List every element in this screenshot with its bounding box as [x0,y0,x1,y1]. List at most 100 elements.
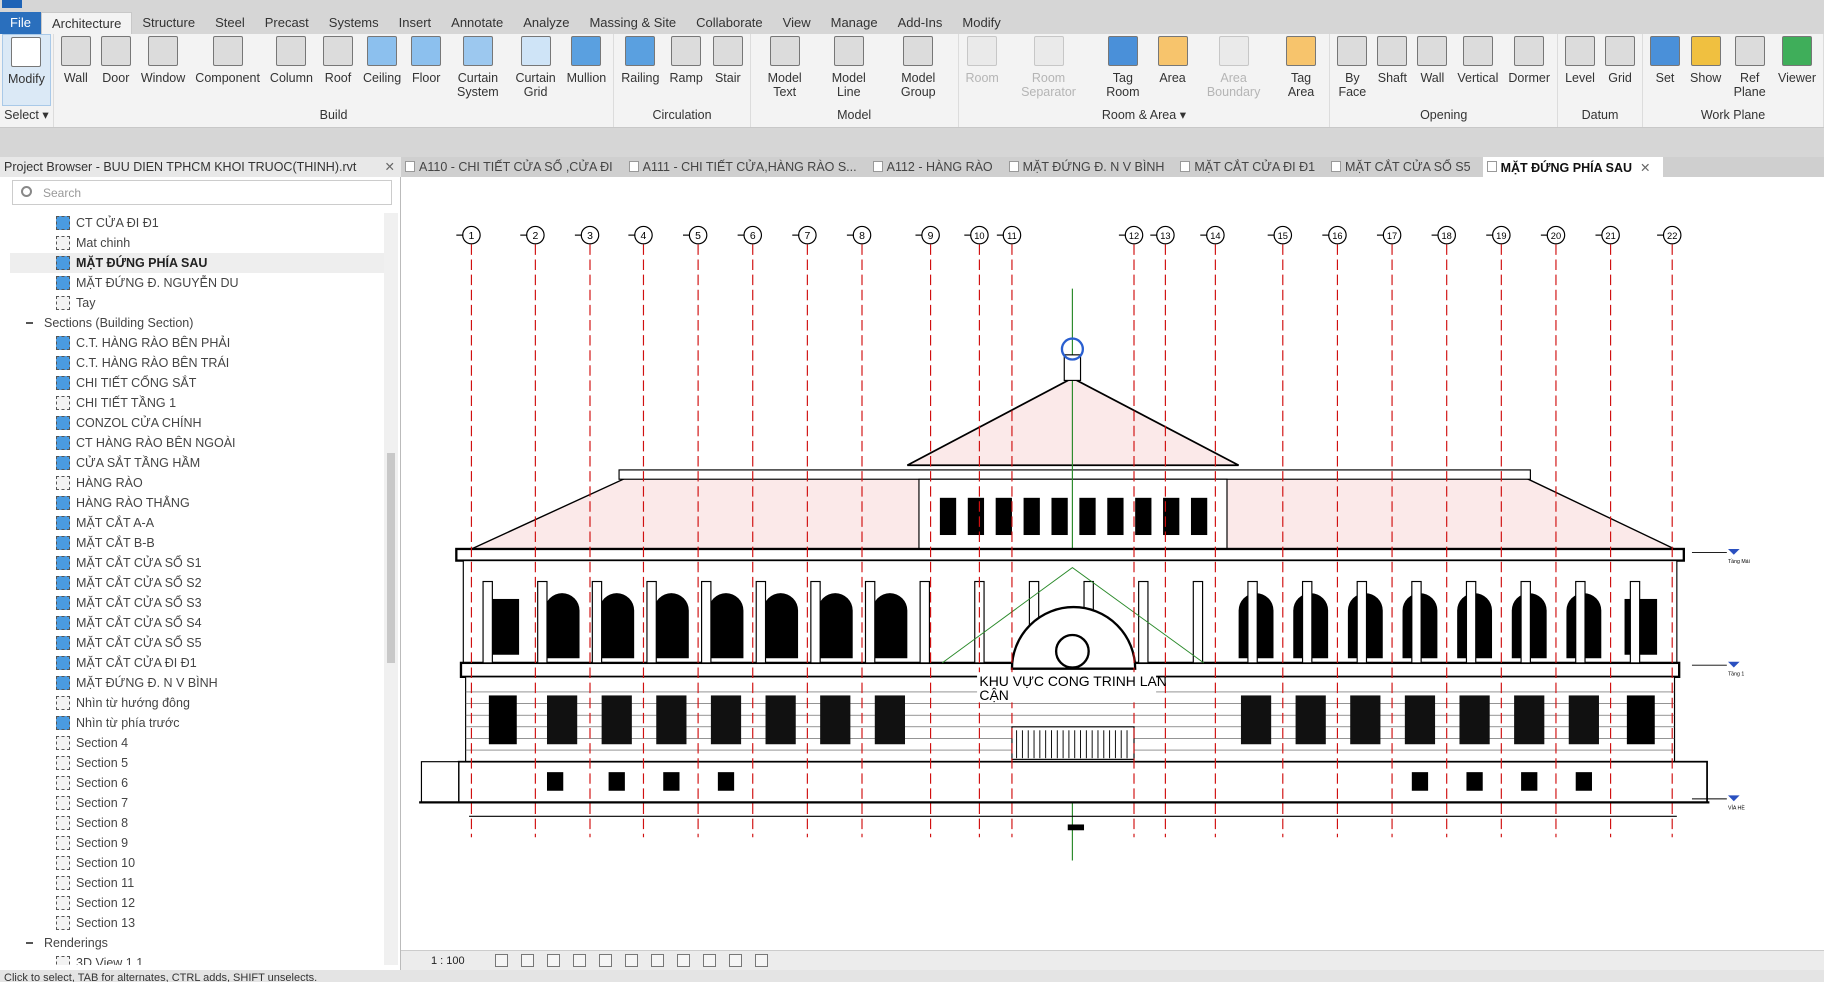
tree-item[interactable]: Section 5 [56,753,384,773]
close-icon[interactable]: ✕ [385,159,395,174]
tree-item[interactable]: CT HÀNG RÀO BÊN NGOÀI [56,433,384,453]
tree-item[interactable]: MẶT CẮT CỬA SỔ S3 [56,593,384,613]
tree-item[interactable]: Section 8 [56,813,384,833]
view-tab[interactable]: A111 - CHI TIẾT CỬA,HÀNG RÀO S... [625,157,869,177]
tree-item[interactable]: CHI TIẾT CỔNG SẮT [56,373,384,393]
tree-item[interactable]: Section 7 [56,793,384,813]
tree-item[interactable]: CỬA SẮT TẦNG HẦM [56,453,384,473]
tab-view[interactable]: View [773,12,821,34]
grid-button[interactable]: Grid [1600,34,1640,106]
shaft-button[interactable]: Shaft [1372,34,1412,106]
tree-group[interactable]: Sections (Building Section) [26,313,376,333]
wall-button[interactable]: Wall [56,34,96,106]
tree-item[interactable]: Section 4 [56,733,384,753]
tree-item[interactable]: Section 11 [56,873,384,893]
tab-structure[interactable]: Structure [132,12,205,34]
tree-item[interactable]: Section 13 [56,913,384,933]
worksharing-icon[interactable] [702,954,716,967]
view-tab[interactable]: MẶT ĐỨNG PHÍA SAU ✕ [1482,157,1663,177]
component-button[interactable]: Component [190,34,265,106]
vertical-button[interactable]: Vertical [1452,34,1503,106]
analytical-model-icon[interactable] [728,954,742,967]
wall-button[interactable]: Wall [1412,34,1452,106]
visual-style-icon[interactable] [520,954,534,967]
tree-item[interactable]: Tay [56,293,384,313]
tree-item[interactable]: MẶT CẮT CỬA SỔ S2 [56,573,384,593]
tree-item[interactable]: CHI TIẾT TẦNG 1 [56,393,384,413]
collapse-icon[interactable] [26,942,33,944]
tree-item[interactable]: Section 10 [56,853,384,873]
panel-title[interactable]: Select ▾ [2,106,51,126]
tree-item[interactable]: Section 12 [56,893,384,913]
modify-button[interactable]: Modify [2,34,51,106]
mullion-button[interactable]: Mullion [562,34,612,106]
tree-item[interactable]: MẶT ĐỨNG Đ. NGUYỄN DU [56,273,384,293]
tree-item[interactable]: MẶT CẮT CỬA ĐI Đ1 [56,653,384,673]
tab-manage[interactable]: Manage [821,12,888,34]
collapse-icon[interactable] [26,322,33,324]
shadows-icon[interactable] [572,954,586,967]
tree-item[interactable]: Mat chinh [56,233,384,253]
model-line-button[interactable]: Model Line [817,34,882,106]
tree-item[interactable]: Nhìn từ hướng đông [56,693,384,713]
tree-item[interactable]: MẶT CẮT A-A [56,513,384,533]
viewer-button[interactable]: Viewer [1773,34,1821,106]
tree-item[interactable]: MẶT CẮT CỬA SỔ S1 [56,553,384,573]
tree-item[interactable]: C.T. HÀNG RÀO BÊN PHẢI [56,333,384,353]
tree-item[interactable]: MẶT CẮT B-B [56,533,384,553]
highlight-displacement-icon[interactable] [754,954,768,967]
curtain-system-button[interactable]: Curtain System [446,34,509,106]
tree-item[interactable]: MẶT ĐỨNG PHÍA SAU [10,253,384,273]
tree-item[interactable]: Nhìn từ phía trước [56,713,384,733]
tab-modify[interactable]: Modify [952,12,1010,34]
view-tab[interactable]: MẶT ĐỨNG Đ. N V BÌNH [1005,157,1177,177]
tab-collaborate[interactable]: Collaborate [686,12,773,34]
area-boundary-button[interactable]: Area Boundary [1193,34,1275,106]
level-button[interactable]: Level [1560,34,1600,106]
column-button[interactable]: Column [265,34,318,106]
ramp-button[interactable]: Ramp [664,34,707,106]
stair-button[interactable]: Stair [708,34,748,106]
set-button[interactable]: Set [1645,34,1685,106]
tree-item[interactable]: MẶT ĐỨNG Đ. N V BÌNH [56,673,384,693]
model-group-button[interactable]: Model Group [881,34,955,106]
tree-item[interactable]: CT CỬA ĐI Đ1 [56,213,384,233]
tree-item[interactable]: Section 6 [56,773,384,793]
tree-item[interactable]: HÀNG RÀO THẲNG [56,493,384,513]
room-button[interactable]: Room [961,34,1004,106]
scrollbar-thumb[interactable] [387,453,395,663]
tab-precast[interactable]: Precast [255,12,319,34]
tree-group[interactable]: Renderings [26,933,376,953]
ref-plane-button[interactable]: Ref Plane [1726,34,1773,106]
tree-item[interactable]: HÀNG RÀO [56,473,384,493]
temporary-hide-icon[interactable] [650,954,664,967]
tab-massing-site[interactable]: Massing & Site [579,12,686,34]
view-scale[interactable]: 1 : 100 [431,955,465,967]
crop-view-icon[interactable] [598,954,612,967]
tab-insert[interactable]: Insert [389,12,442,34]
tab-architecture[interactable]: Architecture [40,12,133,34]
tag-room-button[interactable]: Tag Room [1093,34,1152,106]
tree-item[interactable]: Section 9 [56,833,384,853]
tab-file[interactable]: File [0,12,41,34]
reveal-hidden-icon[interactable] [676,954,690,967]
panel-title[interactable]: Room & Area ▾ [961,106,1328,126]
by-face-button[interactable]: By Face [1332,34,1372,106]
revit-logo[interactable] [2,0,22,8]
show-button[interactable]: Show [1685,34,1726,106]
tab-analyze[interactable]: Analyze [513,12,579,34]
tab-steel[interactable]: Steel [205,12,255,34]
tag-area-button[interactable]: Tag Area [1275,34,1328,106]
area-button[interactable]: Area [1153,34,1193,106]
tree-item[interactable]: 3D View 1 1 [56,953,384,965]
view-tab[interactable]: A112 - HÀNG RÀO [869,157,1005,177]
tab-add-ins[interactable]: Add-Ins [888,12,953,34]
view-tab[interactable]: MẶT CẮT CỬA ĐI Đ1 [1176,157,1327,177]
view-tab[interactable]: MẶT CẮT CỬA SỔ S5 [1327,157,1483,177]
tab-annotate[interactable]: Annotate [441,12,513,34]
floor-button[interactable]: Floor [406,34,446,106]
drawing-canvas[interactable]: 1 2 3 4 5 6 7 8 9 10 11 12 13 14 15 16 17 18 19 20 21 22 Tầng … [401,177,1824,950]
window-button[interactable]: Window [136,34,190,106]
railing-button[interactable]: Railing [616,34,664,106]
tree-item[interactable]: CONZOL CỬA CHÍNH [56,413,384,433]
